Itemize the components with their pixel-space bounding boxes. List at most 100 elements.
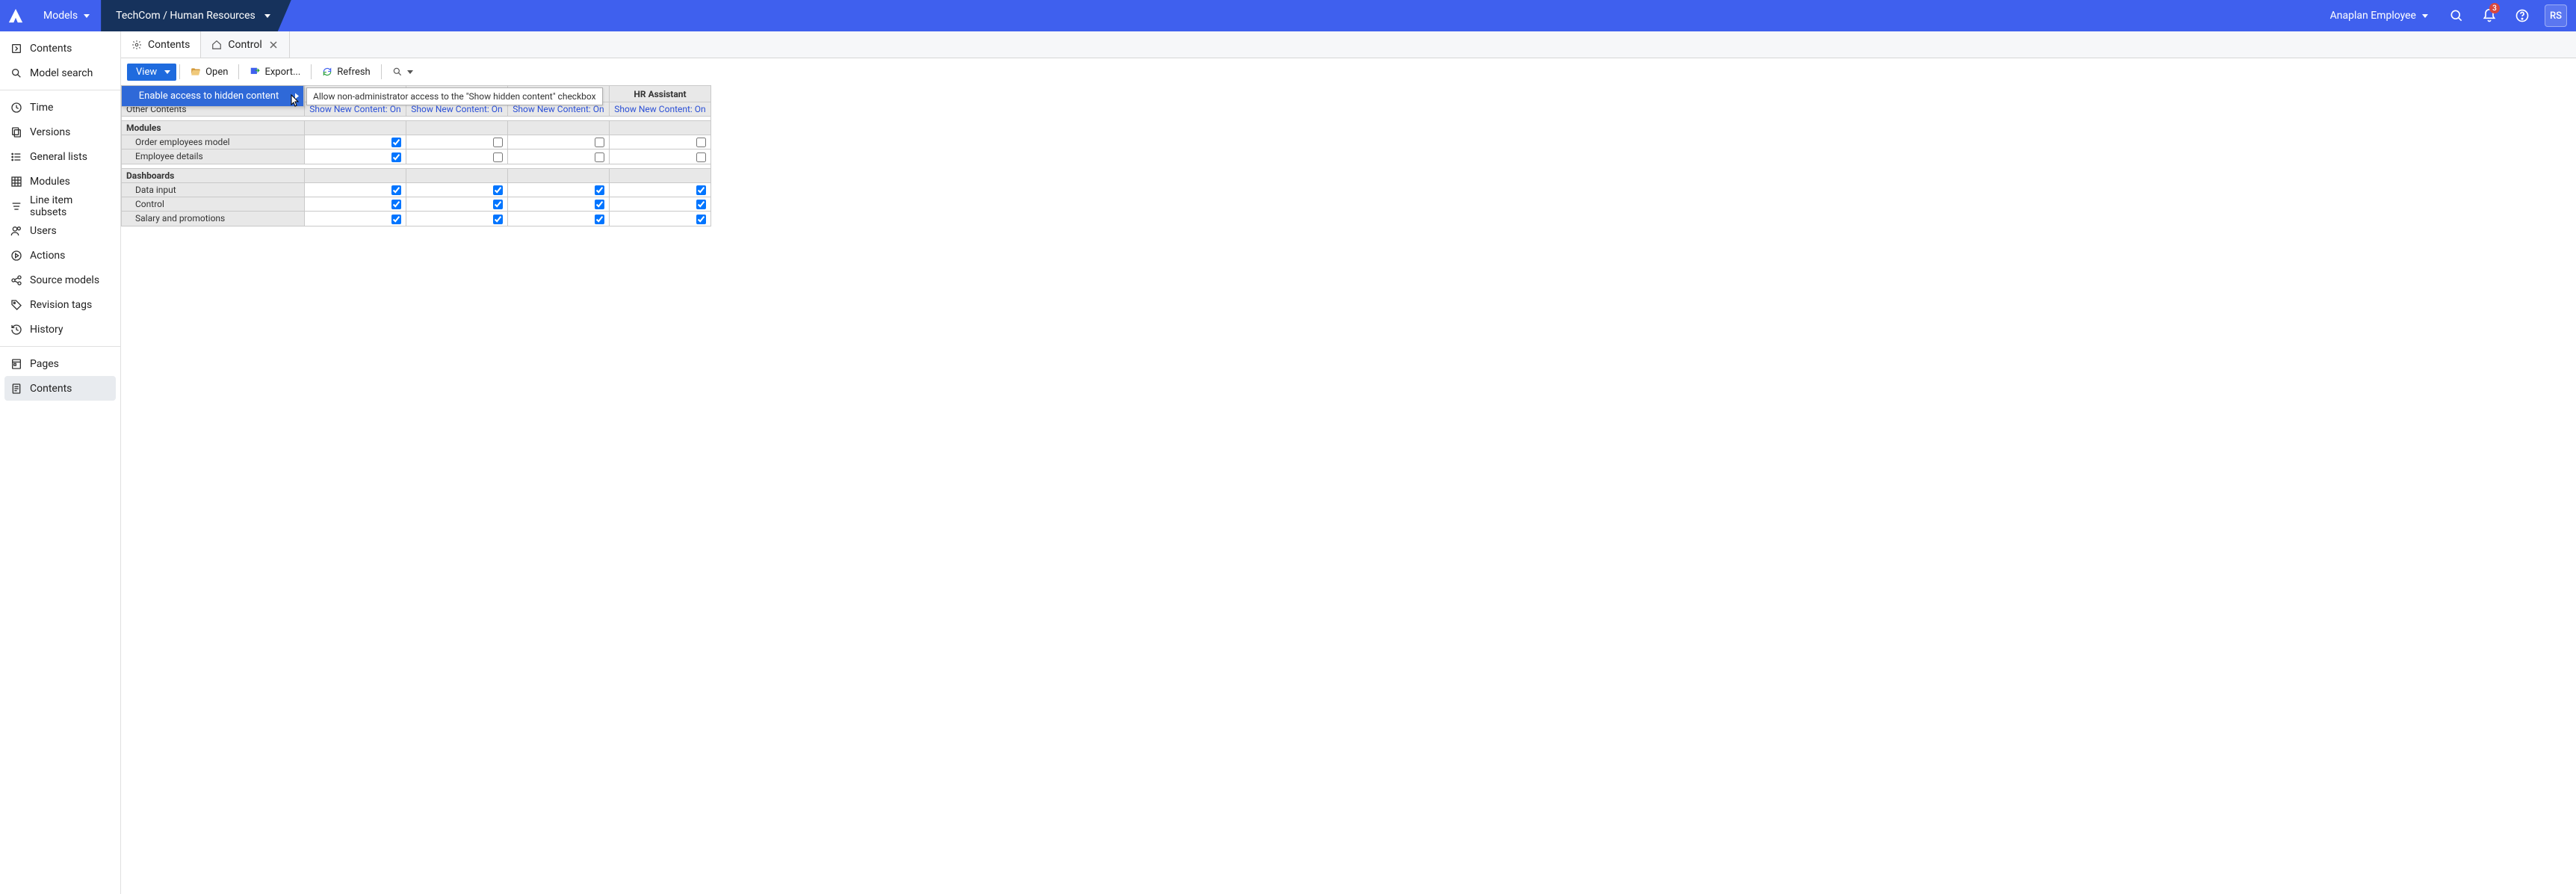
export-label: Export... [264, 67, 300, 78]
access-checkbox[interactable] [595, 215, 604, 224]
sidebar-item-versions[interactable]: Versions [0, 120, 120, 144]
open-button[interactable]: Open [183, 64, 235, 81]
sidebar-item-contents-top[interactable]: Contents [0, 36, 120, 61]
breadcrumb-dropdown[interactable]: TechCom / Human Resources [101, 0, 291, 31]
avatar[interactable]: RS [2545, 4, 2567, 27]
access-checkbox[interactable] [493, 152, 503, 162]
table-row: Employee details [122, 149, 711, 164]
enable-access-hidden-content-item[interactable]: Enable access to hidden content [122, 86, 303, 106]
access-checkbox[interactable] [595, 152, 604, 162]
chevron-down-icon [407, 67, 413, 78]
tab-contents[interactable]: Contents [121, 31, 201, 58]
show-new-content-link[interactable]: Show New Content: On [513, 104, 604, 114]
chevron-down-icon [264, 10, 270, 22]
sidebar-item-contents-bottom[interactable]: Contents [4, 376, 116, 401]
view-menu-button[interactable]: View [127, 64, 176, 81]
access-checkbox[interactable] [595, 138, 604, 147]
view-dropdown-menu: Enable access to hidden content [121, 85, 304, 107]
user-dropdown[interactable]: Anaplan Employee [2320, 0, 2439, 31]
sidebar-item-history[interactable]: History [0, 317, 120, 342]
table-row: Data input [122, 182, 711, 197]
home-icon [211, 40, 222, 50]
access-checkbox[interactable] [696, 215, 706, 224]
access-checkbox[interactable] [493, 200, 503, 209]
help-button[interactable] [2507, 0, 2537, 31]
models-label: Models [43, 10, 78, 22]
sidebar-item-label: Pages [30, 358, 59, 370]
user-label: Anaplan Employee [2330, 10, 2416, 22]
row-label[interactable]: Employee details [122, 149, 305, 164]
section-dashboards: Dashboards [122, 168, 305, 182]
column-header[interactable]: HR Assistant [610, 86, 711, 102]
show-new-content-link[interactable]: Show New Content: On [614, 104, 706, 114]
sidebar: Contents Model search Time Versions Gene… [0, 31, 121, 894]
export-icon [250, 67, 260, 77]
access-checkbox[interactable] [595, 185, 604, 195]
sidebar-item-actions[interactable]: Actions [0, 243, 120, 268]
sidebar-item-label: Line item subsets [30, 194, 110, 218]
tooltip: Allow non-administrator access to the "S… [306, 87, 603, 105]
sidebar-item-label: Users [30, 225, 57, 237]
sidebar-item-general-lists[interactable]: General lists [0, 144, 120, 169]
show-new-content-link[interactable]: Show New Content: On [309, 104, 401, 114]
models-dropdown[interactable]: Models [31, 0, 102, 31]
access-checkbox[interactable] [391, 200, 401, 209]
tab-bar: Contents Control [121, 31, 2576, 58]
avatar-initials: RS [2550, 10, 2562, 22]
refresh-label: Refresh [337, 67, 370, 78]
access-checkbox[interactable] [696, 152, 706, 162]
search-menu-button[interactable] [385, 64, 421, 81]
access-checkbox[interactable] [493, 215, 503, 224]
toolbar: View Open Export... Refresh [121, 58, 2576, 85]
tab-control[interactable]: Control [201, 31, 289, 58]
tab-label: Control [228, 39, 261, 51]
sidebar-item-model-search[interactable]: Model search [0, 61, 120, 85]
notifications-button[interactable]: 3 [2474, 0, 2504, 31]
close-tab-button[interactable] [268, 40, 279, 50]
access-checkbox[interactable] [391, 138, 401, 147]
chevron-down-icon [84, 10, 90, 22]
access-checkbox[interactable] [595, 200, 604, 209]
sidebar-item-revision-tags[interactable]: Revision tags [0, 292, 120, 317]
sidebar-item-label: History [30, 324, 64, 336]
access-checkbox[interactable] [696, 185, 706, 195]
access-checkbox[interactable] [493, 185, 503, 195]
sidebar-item-label: General lists [30, 151, 87, 163]
row-label[interactable]: Order employees model [122, 135, 305, 149]
search-button[interactable] [2442, 0, 2471, 31]
access-checkbox[interactable] [391, 215, 401, 224]
chevron-right-icon [295, 90, 299, 102]
view-label: View [136, 67, 157, 78]
sidebar-item-users[interactable]: Users [0, 218, 120, 243]
dropdown-item-label: Enable access to hidden content [139, 90, 279, 102]
sidebar-item-line-item-subsets[interactable]: Line item subsets [0, 194, 120, 218]
access-checkbox[interactable] [391, 185, 401, 195]
show-new-content-link[interactable]: Show New Content: On [411, 104, 503, 114]
sidebar-item-label: Actions [30, 250, 65, 262]
access-checkbox[interactable] [493, 138, 503, 147]
row-label[interactable]: Data input [122, 182, 305, 197]
sidebar-item-time[interactable]: Time [0, 95, 120, 120]
export-button[interactable]: Export... [242, 64, 308, 81]
section-modules: Modules [122, 121, 305, 135]
row-label[interactable]: Salary and promotions [122, 212, 305, 226]
sidebar-item-label: Revision tags [30, 299, 92, 311]
notification-badge: 3 [2489, 3, 2500, 13]
access-checkbox[interactable] [696, 138, 706, 147]
access-checkbox[interactable] [391, 152, 401, 162]
sidebar-item-source-models[interactable]: Source models [0, 268, 120, 292]
sidebar-item-label: Contents [30, 383, 72, 395]
sidebar-item-modules[interactable]: Modules [0, 169, 120, 194]
topbar: Models TechCom / Human Resources Anaplan… [0, 0, 2576, 31]
tab-label: Contents [148, 39, 190, 51]
sidebar-item-label: Modules [30, 176, 70, 188]
search-icon [392, 67, 403, 77]
sidebar-item-pages[interactable]: Pages [0, 351, 120, 376]
folder-open-icon [191, 67, 201, 77]
tooltip-text: Allow non-administrator access to the "S… [313, 91, 596, 102]
sidebar-item-label: Contents [30, 43, 72, 55]
refresh-button[interactable]: Refresh [315, 64, 377, 81]
app-logo[interactable] [0, 0, 31, 31]
row-label[interactable]: Control [122, 197, 305, 211]
access-checkbox[interactable] [696, 200, 706, 209]
